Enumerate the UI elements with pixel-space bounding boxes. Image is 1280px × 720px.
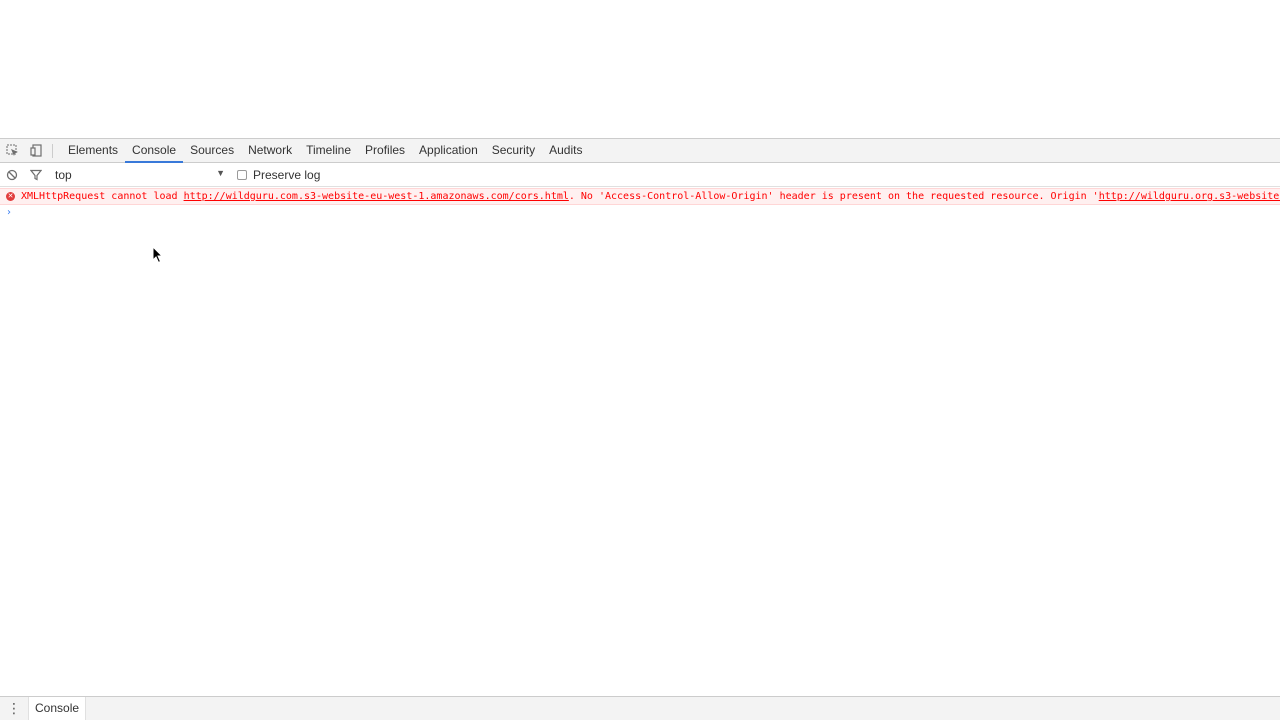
chevron-down-icon: ▼: [216, 168, 225, 178]
tab-security[interactable]: Security: [485, 139, 542, 162]
error-icon: ✕: [6, 192, 15, 201]
preserve-log-label: Preserve log: [253, 168, 321, 182]
error-url-link[interactable]: http://wildguru.com.s3-website-eu-west-1…: [184, 191, 569, 202]
execution-context-select[interactable]: top ▼: [55, 166, 225, 184]
tab-elements[interactable]: Elements: [61, 139, 125, 162]
error-origin-link[interactable]: http://wildguru.org.s3-website-e: [1099, 191, 1280, 202]
context-value: top: [55, 168, 72, 182]
page-viewport: [0, 0, 1280, 138]
error-text-middle: . No 'Access-Control-Allow-Origin' heade…: [568, 191, 1099, 202]
console-error-message: ✕ XMLHttpRequest cannot load http://wild…: [0, 188, 1280, 205]
devtools-tabbar: Elements Console Sources Network Timelin…: [0, 139, 1280, 163]
tab-sources[interactable]: Sources: [183, 139, 241, 162]
error-text-prefix: XMLHttpRequest cannot load: [21, 191, 184, 202]
preserve-log-toggle[interactable]: Preserve log: [237, 168, 320, 182]
tab-network[interactable]: Network: [241, 139, 299, 162]
tab-audits[interactable]: Audits: [542, 139, 589, 162]
tab-profiles[interactable]: Profiles: [358, 139, 412, 162]
console-toolbar: top ▼ Preserve log: [0, 164, 1280, 187]
tab-application[interactable]: Application: [412, 139, 485, 162]
tab-console[interactable]: Console: [125, 139, 184, 163]
devtools-panel: Elements Console Sources Network Timelin…: [0, 138, 1280, 720]
toolbar-divider: [52, 144, 53, 158]
device-mode-icon[interactable]: [24, 139, 48, 162]
preserve-log-checkbox[interactable]: [237, 170, 247, 180]
clear-console-icon[interactable]: [0, 164, 24, 187]
console-messages: ✕ XMLHttpRequest cannot load http://wild…: [0, 188, 1280, 696]
console-prompt[interactable]: ›: [0, 205, 1280, 221]
panel-tabs: Elements Console Sources Network Timelin…: [61, 139, 589, 163]
drawer-menu-icon[interactable]: ⋮: [0, 697, 28, 720]
filter-icon[interactable]: [24, 164, 48, 187]
prompt-chevron-icon: ›: [7, 207, 11, 218]
tab-timeline[interactable]: Timeline: [299, 139, 358, 162]
inspect-element-icon[interactable]: [0, 139, 24, 162]
drawer-bar: ⋮ Console: [0, 696, 1280, 720]
drawer-tab-console[interactable]: Console: [28, 697, 87, 720]
